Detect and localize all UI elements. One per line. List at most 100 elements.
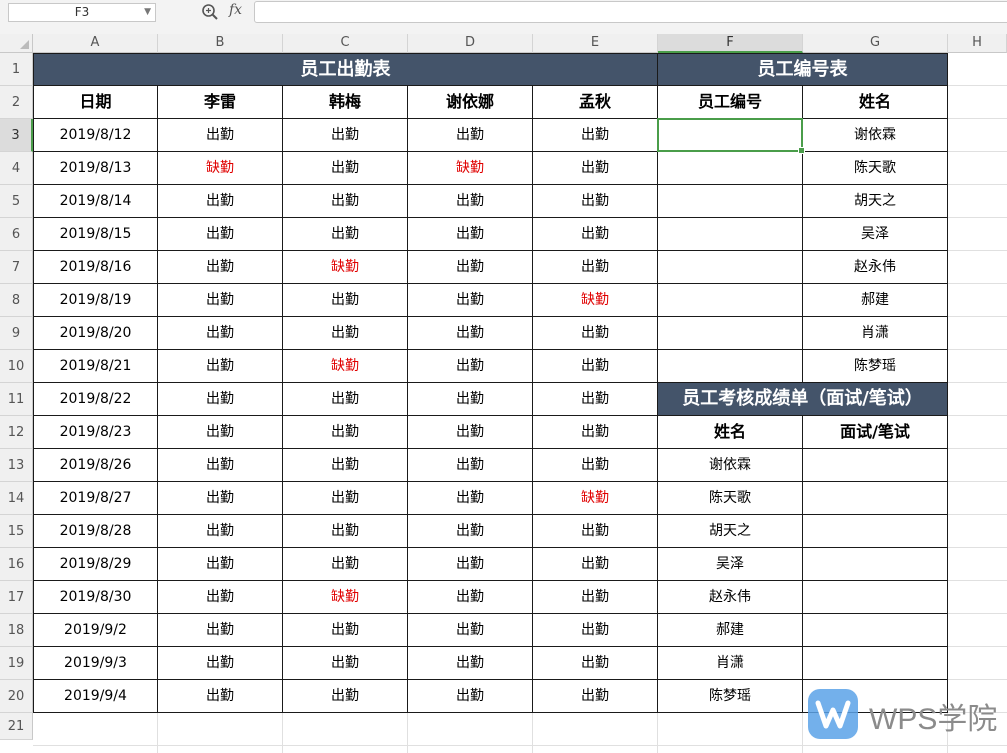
row-header-8[interactable]: 8 — [0, 284, 33, 317]
attendance-status-cell[interactable]: 出勤 — [158, 383, 283, 416]
attendance-status-cell[interactable]: 出勤 — [408, 416, 533, 449]
attendance-status-cell[interactable]: 出勤 — [408, 548, 533, 581]
attendance-status-cell[interactable]: 缺勤 — [158, 152, 283, 185]
employee-id-cell[interactable] — [658, 350, 803, 383]
date-cell[interactable]: 2019/9/2 — [33, 614, 158, 647]
column-header-a[interactable]: A — [33, 34, 158, 53]
row-header-6[interactable]: 6 — [0, 218, 33, 251]
column-header-h[interactable]: H — [948, 34, 1007, 53]
attendance-status-cell[interactable]: 出勤 — [533, 185, 658, 218]
attendance-status-cell[interactable]: 出勤 — [158, 614, 283, 647]
scores-title[interactable]: 员工考核成绩单（面试/笔试） — [658, 383, 948, 416]
attendance-status-cell[interactable]: 出勤 — [283, 482, 408, 515]
row-header-15[interactable]: 15 — [0, 515, 33, 548]
date-cell[interactable]: 2019/8/23 — [33, 416, 158, 449]
column-header-g[interactable]: G — [803, 34, 948, 53]
column-header-b[interactable]: B — [158, 34, 283, 53]
attendance-header[interactable]: 李雷 — [158, 86, 283, 119]
attendance-status-cell[interactable]: 出勤 — [158, 350, 283, 383]
scores-name-cell[interactable]: 赵永伟 — [658, 581, 803, 614]
scores-name-cell[interactable]: 陈梦瑶 — [658, 680, 803, 713]
attendance-status-cell[interactable]: 出勤 — [283, 317, 408, 350]
attendance-status-cell[interactable]: 出勤 — [158, 581, 283, 614]
date-cell[interactable]: 2019/8/15 — [33, 218, 158, 251]
row-header-9[interactable]: 9 — [0, 317, 33, 350]
attendance-header[interactable]: 谢依娜 — [408, 86, 533, 119]
attendance-status-cell[interactable]: 出勤 — [158, 680, 283, 713]
row-header-4[interactable]: 4 — [0, 152, 33, 185]
attendance-status-cell[interactable]: 出勤 — [158, 317, 283, 350]
date-cell[interactable]: 2019/8/14 — [33, 185, 158, 218]
attendance-status-cell[interactable]: 出勤 — [408, 350, 533, 383]
attendance-status-cell[interactable]: 出勤 — [158, 449, 283, 482]
fx-icon[interactable]: fx — [229, 2, 242, 18]
formula-input[interactable] — [254, 1, 1007, 23]
scores-header[interactable]: 姓名 — [658, 416, 803, 449]
attendance-status-cell[interactable]: 出勤 — [283, 383, 408, 416]
row-header-19[interactable]: 19 — [0, 647, 33, 680]
scores-value-cell[interactable] — [803, 581, 948, 614]
row-header-18[interactable]: 18 — [0, 614, 33, 647]
attendance-status-cell[interactable]: 出勤 — [158, 251, 283, 284]
attendance-status-cell[interactable]: 出勤 — [533, 251, 658, 284]
attendance-status-cell[interactable]: 缺勤 — [283, 251, 408, 284]
attendance-status-cell[interactable]: 缺勤 — [533, 284, 658, 317]
zoom-icon[interactable] — [201, 3, 219, 21]
attendance-status-cell[interactable]: 出勤 — [533, 515, 658, 548]
employee-name-cell[interactable]: 胡天之 — [803, 185, 948, 218]
row-header-3[interactable]: 3 — [0, 119, 33, 152]
attendance-status-cell[interactable]: 出勤 — [533, 647, 658, 680]
scores-name-cell[interactable]: 陈天歌 — [658, 482, 803, 515]
column-header-f[interactable]: F — [658, 34, 803, 53]
attendance-status-cell[interactable]: 出勤 — [533, 152, 658, 185]
column-header-e[interactable]: E — [533, 34, 658, 53]
attendance-status-cell[interactable]: 出勤 — [283, 614, 408, 647]
row-header-16[interactable]: 16 — [0, 548, 33, 581]
scores-value-cell[interactable] — [803, 647, 948, 680]
attendance-header[interactable]: 日期 — [33, 86, 158, 119]
attendance-title[interactable]: 员工出勤表 — [33, 53, 658, 86]
date-cell[interactable]: 2019/8/22 — [33, 383, 158, 416]
attendance-status-cell[interactable]: 出勤 — [158, 482, 283, 515]
date-cell[interactable]: 2019/8/12 — [33, 119, 158, 152]
attendance-status-cell[interactable]: 出勤 — [408, 647, 533, 680]
attendance-status-cell[interactable]: 出勤 — [158, 284, 283, 317]
attendance-status-cell[interactable]: 出勤 — [283, 548, 408, 581]
attendance-status-cell[interactable]: 出勤 — [408, 251, 533, 284]
attendance-status-cell[interactable]: 出勤 — [283, 284, 408, 317]
scores-name-cell[interactable]: 肖潇 — [658, 647, 803, 680]
employee-id-cell[interactable] — [658, 152, 803, 185]
attendance-status-cell[interactable]: 出勤 — [283, 647, 408, 680]
row-header-11[interactable]: 11 — [0, 383, 33, 416]
date-cell[interactable]: 2019/8/28 — [33, 515, 158, 548]
attendance-status-cell[interactable]: 出勤 — [408, 185, 533, 218]
name-box[interactable]: F3 ▼ — [8, 3, 156, 22]
employee-name-cell[interactable]: 谢依霖 — [803, 119, 948, 152]
date-cell[interactable]: 2019/8/26 — [33, 449, 158, 482]
row-header-7[interactable]: 7 — [0, 251, 33, 284]
attendance-status-cell[interactable]: 出勤 — [533, 218, 658, 251]
chevron-down-icon[interactable]: ▼ — [144, 4, 151, 21]
date-cell[interactable]: 2019/9/3 — [33, 647, 158, 680]
date-cell[interactable]: 2019/8/19 — [33, 284, 158, 317]
attendance-status-cell[interactable]: 出勤 — [533, 680, 658, 713]
attendance-status-cell[interactable]: 出勤 — [408, 317, 533, 350]
employee-id-cell[interactable] — [658, 284, 803, 317]
row-header-14[interactable]: 14 — [0, 482, 33, 515]
attendance-status-cell[interactable]: 出勤 — [408, 449, 533, 482]
attendance-status-cell[interactable]: 出勤 — [533, 614, 658, 647]
attendance-status-cell[interactable]: 出勤 — [158, 515, 283, 548]
select-all-corner[interactable] — [0, 34, 33, 53]
employee-id-header[interactable]: 员工编号 — [658, 86, 803, 119]
attendance-status-cell[interactable]: 出勤 — [533, 383, 658, 416]
employee-id-cell[interactable] — [658, 317, 803, 350]
attendance-status-cell[interactable]: 出勤 — [533, 449, 658, 482]
attendance-status-cell[interactable]: 出勤 — [408, 680, 533, 713]
scores-value-cell[interactable] — [803, 482, 948, 515]
employee-name-cell[interactable]: 吴泽 — [803, 218, 948, 251]
employee-id-cell[interactable] — [658, 185, 803, 218]
scores-name-cell[interactable]: 胡天之 — [658, 515, 803, 548]
row-header-13[interactable]: 13 — [0, 449, 33, 482]
attendance-status-cell[interactable]: 出勤 — [158, 647, 283, 680]
selected-cell-outline[interactable] — [657, 118, 805, 154]
